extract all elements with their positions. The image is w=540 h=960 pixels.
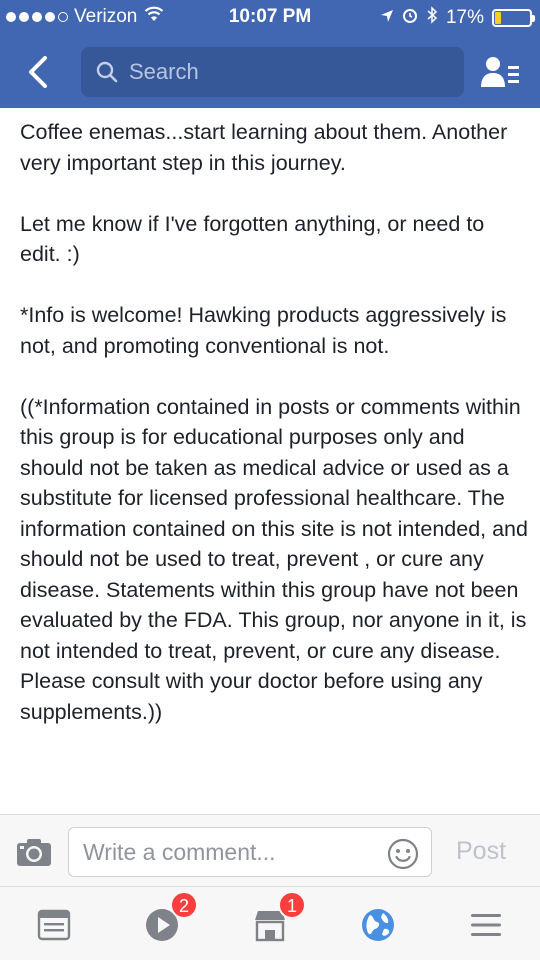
- battery-icon: [492, 9, 535, 27]
- tab-bar: 2 1: [0, 886, 540, 960]
- post-paragraph: Let me know if I've forgotten anything, …: [20, 211, 485, 267]
- status-right: 17%: [380, 6, 535, 30]
- back-button[interactable]: [18, 50, 58, 94]
- status-left: Verizon: [6, 6, 165, 28]
- globe-icon: [362, 909, 394, 941]
- friends-list-icon: [481, 57, 519, 87]
- tab-menu[interactable]: [466, 905, 506, 945]
- battery-percent: 17%: [445, 7, 484, 28]
- alarm-icon: [402, 7, 418, 29]
- news-feed-icon: [37, 909, 71, 941]
- marketplace-badge: 1: [278, 891, 306, 919]
- hamburger-menu-icon: [471, 914, 501, 936]
- tab-news-feed[interactable]: [34, 905, 74, 945]
- carrier-name: Verizon: [74, 6, 138, 27]
- status-bar: Verizon 10:07 PM 17%: [0, 0, 540, 36]
- comment-input[interactable]: [83, 838, 373, 866]
- emoji-button[interactable]: [387, 838, 419, 870]
- friends-list-button[interactable]: [478, 52, 522, 92]
- wifi-icon: [143, 6, 165, 28]
- post-paragraph: *Info is welcome! Hawking products aggre…: [20, 303, 507, 358]
- search-bar[interactable]: [81, 47, 464, 97]
- post-button[interactable]: Post: [456, 837, 506, 866]
- camera-icon: [17, 839, 51, 866]
- search-icon: [96, 61, 118, 83]
- post-body: Coffee enemas...start learning about the…: [20, 117, 530, 727]
- location-arrow-icon: [380, 7, 394, 29]
- video-badge: 2: [170, 891, 198, 919]
- comment-box[interactable]: [68, 827, 432, 877]
- nav-row: [0, 44, 540, 100]
- bluetooth-icon: [426, 6, 438, 30]
- comment-bar: Post: [0, 814, 540, 886]
- post-paragraph: Coffee enemas...start learning about the…: [20, 120, 508, 175]
- tab-video[interactable]: 2: [142, 891, 198, 945]
- tab-marketplace[interactable]: 1: [250, 891, 306, 945]
- post-paragraph: ((*Information contained in posts or com…: [20, 394, 528, 724]
- app-header: Verizon 10:07 PM 17%: [0, 0, 540, 108]
- back-chevron-icon: [29, 56, 47, 88]
- search-input[interactable]: [129, 59, 449, 85]
- signal-strength-icon: [6, 12, 68, 22]
- emoji-icon: [387, 838, 419, 870]
- tab-notifications[interactable]: [358, 905, 398, 945]
- camera-button[interactable]: [16, 837, 52, 867]
- battery-level: [495, 12, 501, 24]
